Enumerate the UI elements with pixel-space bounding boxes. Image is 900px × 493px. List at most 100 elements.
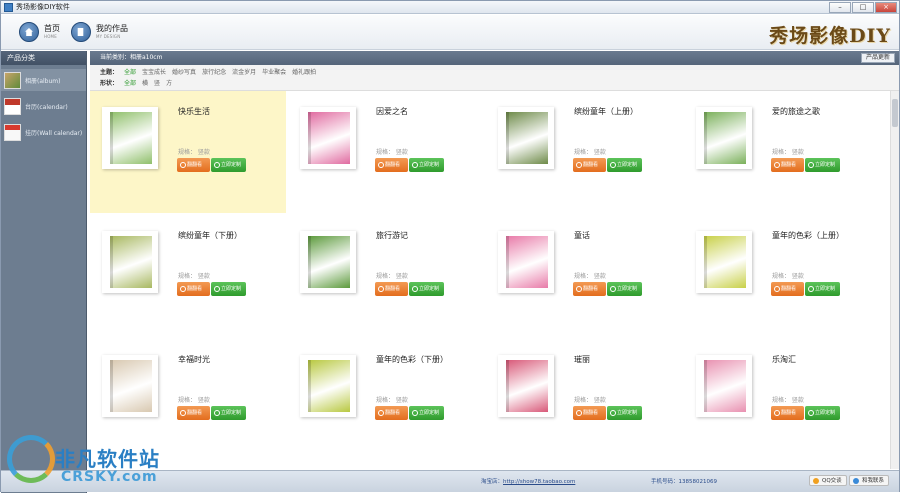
customize-button[interactable]: 立即定制 [607, 282, 642, 296]
scrollbar-thumb[interactable] [892, 99, 898, 127]
preview-button[interactable]: 翻翻看 [375, 406, 408, 420]
my-works-button[interactable]: 我的作品 MY DESIGN [71, 19, 128, 45]
product-cover-image[interactable] [300, 231, 356, 293]
taobao-url[interactable]: http://show78.taobao.com [503, 479, 575, 485]
shape-filter-option[interactable]: 横 [142, 78, 148, 89]
customize-icon [214, 162, 220, 168]
product-spec: 规格： 竖款 [376, 273, 408, 280]
preview-icon [576, 286, 582, 292]
product-card[interactable]: 璀丽 规格： 竖款 翻翻看 立即定制 [486, 339, 682, 461]
preview-button[interactable]: 翻翻看 [771, 158, 804, 172]
preview-button[interactable]: 翻翻看 [771, 282, 804, 296]
topic-filter-option[interactable]: 宝宝成长 [142, 67, 166, 78]
product-card[interactable]: 缤纷童年（下册） 规格： 竖款 翻翻看 立即定制 [90, 215, 286, 337]
product-card[interactable]: 缤纷童年（上册） 规格： 竖款 翻翻看 立即定制 [486, 91, 682, 213]
customize-button[interactable]: 立即定制 [409, 406, 444, 420]
watermark-logo: 非凡软件站 CRSKY.com [1, 433, 163, 493]
product-card[interactable]: 童年的色彩（下册） 规格： 竖款 翻翻看 立即定制 [288, 339, 484, 461]
wall-calendar-thumb-icon [4, 123, 21, 141]
product-cover-image[interactable] [102, 107, 158, 169]
topic-filter-option[interactable]: 旅行纪念 [202, 67, 226, 78]
product-spec: 规格： 竖款 [574, 149, 606, 156]
customize-button[interactable]: 立即定制 [805, 158, 840, 172]
product-update-button[interactable]: 产品更新 [860, 53, 895, 63]
vertical-scrollbar[interactable] [890, 91, 899, 469]
product-cover-image[interactable] [498, 231, 554, 293]
preview-button[interactable]: 翻翻看 [177, 158, 210, 172]
preview-button[interactable]: 翻翻看 [573, 406, 606, 420]
customize-icon [808, 162, 814, 168]
taobao-link[interactable]: 淘宝店：http://show78.taobao.com [481, 477, 575, 485]
product-card[interactable]: 因爱之名 规格： 竖款 翻翻看 立即定制 [288, 91, 484, 213]
customize-button[interactable]: 立即定制 [607, 158, 642, 172]
preview-label: 翻翻看 [187, 286, 203, 292]
product-card[interactable]: 快乐生活 规格： 竖款 翻翻看 立即定制 [90, 91, 286, 213]
topic-filter-option[interactable]: 婚礼跟拍 [292, 67, 316, 78]
home-button[interactable]: 首页 HOME [19, 19, 60, 45]
product-card[interactable]: 爱的旅途之歌 规格： 竖款 翻翻看 立即定制 [684, 91, 880, 213]
topic-filter-option[interactable]: 婚纱写真 [172, 67, 196, 78]
product-cover-image[interactable] [498, 355, 554, 417]
product-spec: 规格： 竖款 [376, 397, 408, 404]
customize-button[interactable]: 立即定制 [805, 406, 840, 420]
preview-button[interactable]: 翻翻看 [573, 282, 606, 296]
product-spec: 规格： 竖款 [772, 273, 804, 280]
customize-label: 立即定制 [815, 162, 836, 168]
preview-button[interactable]: 翻翻看 [177, 282, 210, 296]
watermark-ring-icon [7, 435, 55, 483]
maximize-button[interactable]: □ [852, 2, 874, 13]
topic-filter-option[interactable]: 毕业聚会 [262, 67, 286, 78]
minimize-button[interactable]: – [829, 2, 851, 13]
product-photo [110, 112, 152, 164]
customize-label: 立即定制 [419, 286, 440, 292]
preview-button[interactable]: 翻翻看 [771, 406, 804, 420]
customize-button[interactable]: 立即定制 [607, 406, 642, 420]
preview-icon [180, 410, 186, 416]
product-card[interactable]: 童年的色彩（上册） 规格： 竖款 翻翻看 立即定制 [684, 215, 880, 337]
qq-chat-button[interactable]: QQ交谈 [809, 475, 847, 486]
product-card[interactable]: 童话 规格： 竖款 翻翻看 立即定制 [486, 215, 682, 337]
preview-label: 翻翻看 [187, 162, 203, 168]
product-cover-image[interactable] [696, 355, 752, 417]
shape-filter-option[interactable]: 全部 [124, 78, 136, 89]
close-button[interactable]: × [875, 2, 897, 13]
product-cover-image[interactable] [102, 355, 158, 417]
customize-label: 立即定制 [221, 162, 242, 168]
sidebar-item-album[interactable]: 相册(album) [1, 69, 86, 91]
sidebar-item-calendar[interactable]: 台历(calendar) [1, 95, 86, 117]
product-card[interactable]: 旅行游记 规格： 竖款 翻翻看 立即定制 [288, 215, 484, 337]
preview-button[interactable]: 翻翻看 [177, 406, 210, 420]
shape-filter-option[interactable]: 方 [166, 78, 172, 89]
topic-filter-option[interactable]: 全部 [124, 67, 136, 78]
product-cover-image[interactable] [696, 107, 752, 169]
customize-button[interactable]: 立即定制 [805, 282, 840, 296]
customize-label: 立即定制 [815, 410, 836, 416]
main-panel: 当前类别：相册a10cm 产品更新 主题： 全部 宝宝成长 婚纱写真 旅行纪念 … [90, 51, 899, 469]
product-photo [308, 112, 350, 164]
category-bar: 当前类别：相册a10cm 产品更新 [90, 51, 899, 65]
product-cover-image[interactable] [696, 231, 752, 293]
shape-filter-option[interactable]: 竖 [154, 78, 160, 89]
product-spec: 规格： 竖款 [376, 149, 408, 156]
preview-button[interactable]: 翻翻看 [375, 158, 408, 172]
product-cover-image[interactable] [300, 107, 356, 169]
wangwang-chat-button[interactable]: 和我联系 [849, 475, 890, 486]
product-cover-image[interactable] [102, 231, 158, 293]
customize-label: 立即定制 [419, 162, 440, 168]
product-card[interactable]: 乐淘汇 规格： 竖款 翻翻看 立即定制 [684, 339, 880, 461]
product-spec: 规格： 竖款 [574, 273, 606, 280]
customize-button[interactable]: 立即定制 [409, 282, 444, 296]
customize-button[interactable]: 立即定制 [211, 158, 246, 172]
product-cover-image[interactable] [498, 107, 554, 169]
customize-button[interactable]: 立即定制 [409, 158, 444, 172]
customize-button[interactable]: 立即定制 [211, 282, 246, 296]
topic-filter-option[interactable]: 流金岁月 [232, 67, 256, 78]
preview-icon [378, 162, 384, 168]
product-cover-image[interactable] [300, 355, 356, 417]
topic-filter-row: 主题： 全部 宝宝成长 婚纱写真 旅行纪念 流金岁月 毕业聚会 婚礼跟拍 [100, 67, 899, 78]
customize-button[interactable]: 立即定制 [211, 406, 246, 420]
sidebar-item-wall-calendar[interactable]: 挂历(Wall calendar) [1, 121, 86, 143]
phone-info: 手机号码：13858021069 [651, 477, 717, 485]
preview-button[interactable]: 翻翻看 [573, 158, 606, 172]
preview-button[interactable]: 翻翻看 [375, 282, 408, 296]
